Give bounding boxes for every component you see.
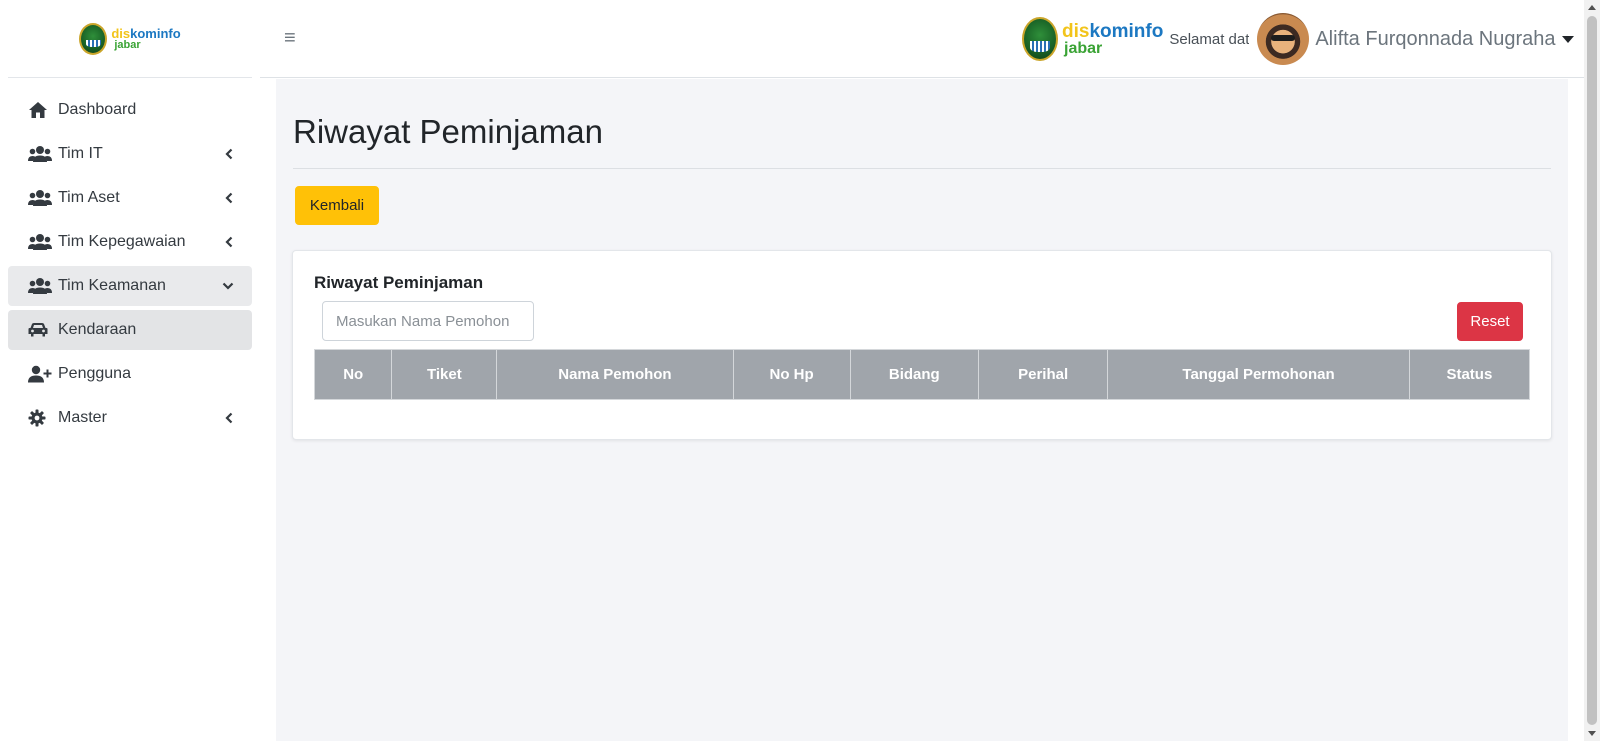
logo-kominfo-text: kominfo (1089, 20, 1164, 42)
sidebar-item-tim-it[interactable]: Tim IT (8, 134, 252, 174)
column-header-no-hp[interactable]: No Hp (732, 349, 851, 400)
topbar-right: diskominfo jabar Selamat datang Alifta F… (1022, 12, 1574, 66)
logo-text: diskominfo jabar (1062, 22, 1163, 57)
users-icon (28, 189, 58, 207)
sidebar: diskominfo jabar Dashboard Tim IT Tim As… (0, 0, 260, 741)
sidebar-item-tim-kepegawaian[interactable]: Tim Kepegawaian (8, 222, 252, 262)
scrollbar-thumb[interactable] (1587, 16, 1597, 725)
sidebar-item-master[interactable]: Master (8, 398, 252, 438)
chevron-left-icon (224, 148, 234, 160)
search-input[interactable] (322, 301, 534, 341)
history-card: Riwayat Peminjaman Reset No Tiket Nama P… (292, 250, 1552, 440)
car-icon (28, 322, 58, 338)
sidebar-item-kendaraan[interactable]: Kendaraan (8, 310, 252, 350)
page-scrollbar[interactable] (1584, 0, 1600, 741)
west-java-seal-icon (1022, 17, 1058, 61)
hamburger-menu-icon[interactable]: ≡ (284, 28, 296, 48)
sidebar-item-label: Tim IT (58, 145, 103, 162)
user-plus-icon (28, 365, 58, 383)
column-header-tanggal-permohonan[interactable]: Tanggal Permohonan (1107, 349, 1410, 400)
users-icon (28, 145, 58, 163)
sidebar-item-label: Tim Kepegawaian (58, 233, 186, 250)
sidebar-item-label: Dashboard (58, 101, 137, 118)
users-icon (28, 233, 58, 251)
sidebar-item-label: Pengguna (58, 365, 131, 382)
column-header-bidang[interactable]: Bidang (849, 349, 979, 400)
sidebar-item-label: Master (58, 409, 107, 426)
title-divider (293, 168, 1551, 169)
sidebar-brand[interactable]: diskominfo jabar (8, 0, 252, 78)
user-menu-toggle[interactable]: Alifta Furqonnada Nugraha (1315, 27, 1574, 51)
chevron-left-icon (224, 192, 234, 204)
column-header-perihal[interactable]: Perihal (977, 349, 1109, 400)
gear-icon (28, 409, 58, 427)
history-table: No Tiket Nama Pemohon No Hp Bidang Perih… (313, 349, 1531, 400)
back-button[interactable]: Kembali (295, 186, 379, 225)
logo-jabar-text: jabar (114, 38, 141, 51)
reset-button[interactable]: Reset (1457, 302, 1523, 341)
logo-jabar-text: jabar (1064, 39, 1103, 57)
avatar[interactable] (1257, 13, 1310, 65)
sidebar-item-tim-aset[interactable]: Tim Aset (8, 178, 252, 218)
main-content: Riwayat Peminjaman Kembali Riwayat Pemin… (276, 79, 1568, 741)
west-java-seal-icon (79, 22, 108, 55)
welcome-text: Selamat datang (1169, 30, 1250, 48)
diskominfo-logo-large: diskominfo jabar (1022, 17, 1163, 61)
home-icon (28, 101, 58, 119)
column-header-status[interactable]: Status (1408, 349, 1531, 400)
chevron-left-icon (224, 412, 234, 424)
chevron-down-icon (222, 281, 234, 291)
sidebar-item-dashboard[interactable]: Dashboard (8, 90, 252, 130)
scroll-up-arrow-icon[interactable] (1588, 5, 1596, 10)
caret-down-icon (1561, 35, 1574, 43)
users-icon (28, 277, 58, 295)
logo-text: diskominfo jabar (111, 27, 180, 51)
sidebar-nav: Dashboard Tim IT Tim Aset Tim Kepegawaia… (0, 78, 260, 438)
table-header-row: No Tiket Nama Pemohon No Hp Bidang Perih… (313, 349, 1531, 400)
sidebar-item-pengguna[interactable]: Pengguna (8, 354, 252, 394)
card-title: Riwayat Peminjaman (314, 273, 484, 292)
diskominfo-logo[interactable]: diskominfo jabar (79, 22, 181, 55)
chevron-left-icon (224, 236, 234, 248)
user-name: Alifta Furqonnada Nugraha (1315, 27, 1556, 50)
topbar: ≡ diskominfo jabar Selamat datang Alifta… (260, 0, 1584, 78)
logo-dis-text: dis (1062, 20, 1090, 42)
page-title: Riwayat Peminjaman (293, 113, 603, 150)
sidebar-item-label: Tim Keamanan (58, 277, 166, 294)
sidebar-item-label: Tim Aset (58, 189, 120, 206)
scroll-down-arrow-icon[interactable] (1588, 731, 1596, 736)
column-header-no[interactable]: No (313, 349, 393, 400)
sidebar-item-tim-keamanan[interactable]: Tim Keamanan (8, 266, 252, 306)
sidebar-item-label: Kendaraan (58, 321, 137, 338)
column-header-nama-pemohon[interactable]: Nama Pemohon (496, 349, 734, 400)
column-header-tiket[interactable]: Tiket (391, 349, 498, 400)
